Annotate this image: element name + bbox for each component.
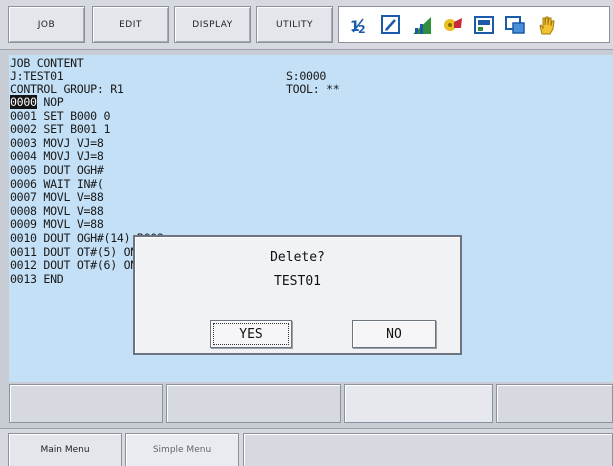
frame-cell-1 [9,384,163,423]
frame-cell-4 [496,384,613,423]
memory-icon [473,14,495,36]
job-line[interactable]: 0003 MOVJ VJ=8 [10,135,104,150]
line-number: 0004 [10,149,37,164]
hand-tool-icon [442,14,464,36]
line-command: MOVL V=88 [36,217,104,232]
line-command: MOVL V=88 [36,203,104,218]
line-number: 0007 [10,190,37,205]
job-line[interactable]: 0007 MOVL V=88 [10,191,104,204]
line-number: 0011 [10,244,37,259]
line-command: NOP [36,95,64,109]
signal-icon [411,14,433,36]
line-command: SET B001 1 [36,122,111,137]
line-command: DOUT OT#(6) ON [36,258,137,273]
status-icon-strip: 12 [338,6,610,43]
menu-display[interactable]: DISPLAY [174,6,251,43]
top-menu-bar: JOB EDIT DISPLAY UTILITY 12 [0,0,613,50]
input-frame-bar [9,384,613,423]
menu-job[interactable]: JOB [8,6,85,43]
menu-edit[interactable]: EDIT [92,6,169,43]
line-number: 0013 [10,271,37,286]
line-number: 0005 [10,163,37,177]
line-number: 0000 [10,95,37,109]
dialog-question: Delete? [270,250,325,265]
frame-cell-3 [344,384,493,423]
job-content-panel: JOB CONTENT J:TEST01 S:0000 CONTROL GROU… [9,55,613,382]
job-line[interactable]: 0004 MOVJ VJ=8 [10,150,104,163]
job-line[interactable]: 0005 DOUT OGH# [10,164,104,177]
screen-icon [504,14,526,36]
line-number: 0010 [10,231,37,245]
line-number: 0006 [10,176,37,191]
job-line[interactable]: 0008 MOVL V=88 [10,203,104,218]
line-number: 0001 [10,108,37,123]
line-number: 0008 [10,203,37,218]
hand-icon [535,14,557,36]
bottom-bar-filler [243,433,613,466]
bottom-menu-bar: Main Menu Simple Menu [0,428,613,466]
tool-number: TOOL: ** [286,82,340,96]
simple-menu-button[interactable]: Simple Menu [125,433,239,466]
line-number: 0012 [10,258,37,273]
no-button[interactable]: NO [352,320,436,348]
numbers-icon: 12 [349,14,371,36]
job-line[interactable]: 0000 NOP [10,95,64,109]
menu-utility[interactable]: UTILITY [256,6,333,43]
line-command: DOUT OT#(5) ON [36,244,137,259]
job-line[interactable]: 0009 MOVL V=88 [10,218,104,231]
delete-confirm-dialog: Delete? TEST01 YES NO [133,235,462,355]
line-command: MOVJ VJ=8 [36,149,104,164]
line-command: MOVJ VJ=8 [36,135,104,150]
job-line[interactable]: 0013 END [10,271,64,286]
line-command: DOUT OGH# [36,163,104,177]
job-line[interactable]: 0001 SET B000 0 [10,108,111,123]
line-command: WAIT IN#( [36,176,104,191]
edit-mode-icon [380,14,402,36]
job-line[interactable]: 0002 SET B001 1 [10,122,111,137]
line-number: 0003 [10,135,37,150]
frame-cell-2 [166,384,341,423]
line-number: 0009 [10,217,37,232]
job-line[interactable]: 0012 DOUT OT#(6) ON [10,259,137,272]
dialog-job-name: TEST01 [274,274,321,289]
line-number: 0002 [10,122,37,137]
job-line[interactable]: 0011 DOUT OT#(5) ON [10,244,137,259]
job-line[interactable]: 0006 WAIT IN#( [10,176,104,191]
main-menu-button[interactable]: Main Menu [8,433,122,466]
yes-button[interactable]: YES [210,320,292,348]
line-command: MOVL V=88 [36,190,104,205]
line-command: END [36,271,64,286]
line-command: SET B000 0 [36,108,111,123]
